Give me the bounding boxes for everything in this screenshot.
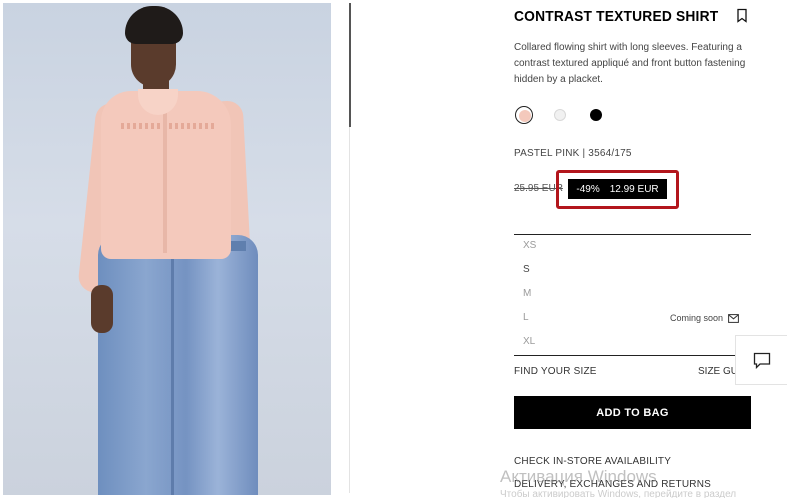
- size-list-bottom-border: [514, 355, 751, 356]
- product-description: Collared flowing shirt with long sleeves…: [514, 42, 746, 85]
- size-option-xs[interactable]: XS: [523, 240, 536, 251]
- size-option-xl[interactable]: XL: [523, 336, 535, 347]
- panel-divider: [349, 127, 350, 493]
- product-photo[interactable]: [3, 3, 331, 495]
- shirt-applique: [121, 123, 217, 129]
- coming-soon-label: Coming soon: [670, 313, 724, 323]
- mail-icon: [728, 313, 739, 323]
- find-your-size-link[interactable]: FIND YOUR SIZE: [514, 366, 597, 377]
- size-option-l[interactable]: L: [523, 312, 529, 323]
- bookmark-icon[interactable]: [736, 8, 748, 23]
- product-page: CONTRAST TEXTURED SHIRT Collared flowing…: [0, 0, 787, 498]
- size-option-m[interactable]: M: [523, 288, 531, 299]
- model-jeans: [98, 235, 258, 495]
- check-store-link[interactable]: CHECK IN-STORE AVAILABILITY: [514, 456, 671, 467]
- swatch-dot: [519, 110, 531, 122]
- discount-percent: -49%: [576, 183, 600, 195]
- color-swatch-pastel-pink[interactable]: [515, 106, 533, 124]
- color-swatch-white[interactable]: [551, 106, 569, 124]
- swatch-dot: [554, 109, 566, 121]
- windows-activation-subtitle: Чтобы активировать Windows, перейдите в …: [500, 489, 737, 498]
- image-scrollbar[interactable]: [349, 3, 351, 127]
- color-swatch-black[interactable]: [587, 106, 605, 124]
- swatch-dot: [590, 109, 602, 121]
- chat-icon: [753, 352, 770, 369]
- coming-soon-notice[interactable]: Coming soon: [670, 313, 739, 323]
- size-list-top-border: [514, 234, 751, 235]
- chat-button[interactable]: [735, 335, 787, 385]
- shirt-placket: [163, 113, 167, 253]
- add-to-bag-button[interactable]: ADD TO BAG: [514, 396, 751, 429]
- sale-price-badge: -49% 12.99 EUR: [568, 179, 667, 199]
- size-option-s[interactable]: S: [523, 264, 530, 275]
- color-reference: PASTEL PINK | 3564/175: [514, 148, 632, 159]
- model-hair: [125, 6, 183, 44]
- windows-activation-watermark: Активация Windows: [500, 467, 657, 486]
- product-title: CONTRAST TEXTURED SHIRT: [514, 8, 719, 25]
- model-hand: [91, 285, 113, 333]
- size-guide-link[interactable]: SIZE GUIDE: [698, 366, 736, 377]
- model-jeans-seam: [171, 253, 174, 495]
- current-price: 12.99 EUR: [609, 183, 659, 195]
